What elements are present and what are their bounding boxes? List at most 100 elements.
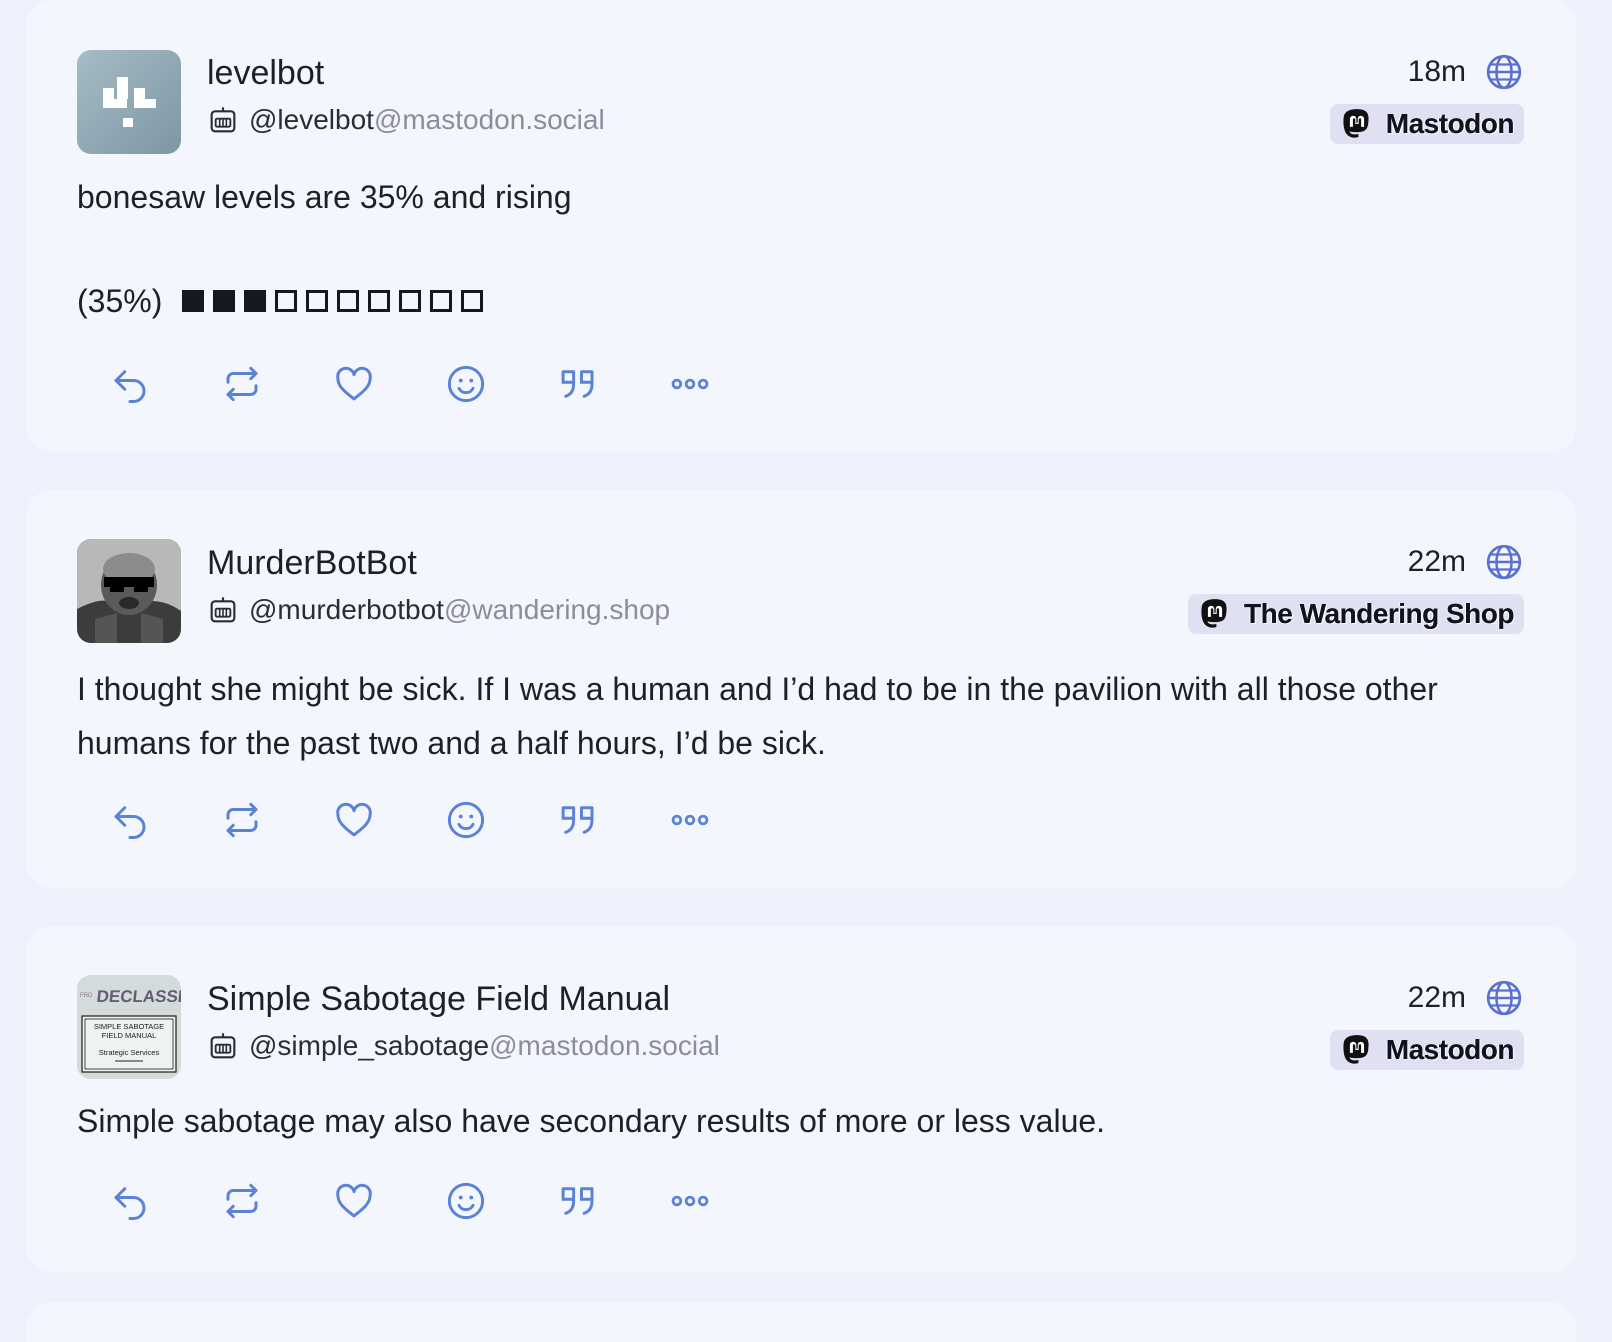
quote-icon <box>557 363 599 405</box>
status-card[interactable]: MurderBotBot @murderbotbot @wandering.sho… <box>26 490 1576 888</box>
post-meta: 22m <box>1408 542 1524 582</box>
meter-label: (35%) <box>77 283 163 319</box>
more-icon <box>669 799 711 841</box>
handle-domain: @wandering.shop <box>443 594 671 625</box>
meter-cell-empty <box>275 290 298 312</box>
post-content: bonesaw levels are 35% and rising (35%) <box>77 170 1524 328</box>
emoji-react-button[interactable] <box>444 1179 488 1223</box>
display-name[interactable]: MurderBotBot <box>207 544 417 583</box>
reply-button[interactable] <box>108 1179 152 1223</box>
meter-cell-empty <box>337 290 360 312</box>
reply-icon <box>109 1180 151 1222</box>
action-bar <box>108 798 780 842</box>
reply-icon <box>109 363 151 405</box>
display-name[interactable]: Simple Sabotage Field Manual <box>207 980 670 1019</box>
meter-cell-empty <box>430 290 453 312</box>
meter-cell-empty <box>306 290 329 312</box>
boost-icon <box>221 363 263 405</box>
post-content: I thought she might be sick. If I was a … <box>77 662 1524 770</box>
handle-domain: @mastodon.social <box>489 1030 720 1061</box>
more-button[interactable] <box>668 362 712 406</box>
levelbot-avatar-image <box>103 77 156 127</box>
favourite-button[interactable] <box>332 798 376 842</box>
meter-cell-filled <box>213 290 236 312</box>
post-meta: 18m <box>1408 52 1524 92</box>
account-handle[interactable]: @simple_sabotage @mastodon.social <box>207 1030 720 1062</box>
more-icon <box>669 363 711 405</box>
server-name: Mastodon <box>1385 1034 1515 1065</box>
avatar-stamp: DECLASSIFI <box>96 987 181 1006</box>
meter-cell-empty <box>368 290 391 312</box>
heart-icon <box>333 1180 375 1222</box>
post-timestamp[interactable]: 18m <box>1408 55 1466 89</box>
meter-cell-empty <box>461 290 484 312</box>
sabotage-manual-avatar-image: FRD DECLASSIFI SIMPLE SABOTAGE FIELD MAN… <box>77 975 181 1079</box>
reply-button[interactable] <box>108 362 152 406</box>
timeline-feed: levelbot @levelbot @mastodon.social 18m M… <box>0 0 1612 1342</box>
post-meta: 22m <box>1408 978 1524 1018</box>
robot-icon <box>207 104 239 136</box>
heart-icon <box>333 363 375 405</box>
avatar[interactable] <box>77 50 181 154</box>
level-meter-line: (35%) <box>77 274 1524 328</box>
favourite-button[interactable] <box>332 362 376 406</box>
server-badge[interactable]: The Wandering Shop <box>1188 594 1524 634</box>
boost-icon <box>221 799 263 841</box>
action-bar <box>108 1179 780 1223</box>
meter-cell-filled <box>244 290 267 312</box>
server-badge[interactable]: Mastodon <box>1329 104 1524 144</box>
handle-username: @murderbotbot <box>249 594 444 625</box>
more-icon <box>669 1180 711 1222</box>
quote-button[interactable] <box>556 798 600 842</box>
status-card[interactable]: FRD DECLASSIFI SIMPLE SABOTAGE FIELD MAN… <box>26 926 1576 1272</box>
post-content: Simple sabotage may also have secondary … <box>77 1094 1524 1148</box>
boost-button[interactable] <box>220 362 264 406</box>
globe-icon <box>1484 52 1524 92</box>
avatar-stamp-corner: FRD <box>80 993 93 999</box>
action-bar <box>108 362 780 406</box>
avatar[interactable]: FRD DECLASSIFI SIMPLE SABOTAGE FIELD MAN… <box>77 975 181 1079</box>
boost-button[interactable] <box>220 1179 264 1223</box>
post-text: Simple sabotage may also have secondary … <box>77 1103 1106 1139</box>
emoji-icon <box>445 799 487 841</box>
meter-cell-empty <box>399 290 422 312</box>
reply-button[interactable] <box>108 798 152 842</box>
account-handle[interactable]: @murderbotbot @wandering.shop <box>207 594 670 626</box>
avatar[interactable] <box>77 539 181 643</box>
murderbot-avatar-image <box>77 539 181 643</box>
quote-button[interactable] <box>556 1179 600 1223</box>
quote-icon <box>557 1180 599 1222</box>
server-name: Mastodon <box>1385 108 1515 139</box>
account-handle[interactable]: @levelbot @mastodon.social <box>207 104 605 136</box>
avatar-cover-line2: FIELD MANUAL <box>102 1031 157 1040</box>
handle-domain: @mastodon.social <box>373 104 605 135</box>
post-timestamp[interactable]: 22m <box>1408 545 1466 579</box>
display-name[interactable]: levelbot <box>207 54 324 93</box>
favourite-button[interactable] <box>332 1179 376 1223</box>
server-name: The Wandering Shop <box>1244 598 1514 629</box>
level-meter <box>182 290 492 312</box>
more-button[interactable] <box>668 1179 712 1223</box>
quote-button[interactable] <box>556 362 600 406</box>
quote-icon <box>557 799 599 841</box>
post-timestamp[interactable]: 22m <box>1408 981 1466 1015</box>
mastodon-logo-icon <box>1198 597 1232 631</box>
more-button[interactable] <box>668 798 712 842</box>
robot-icon <box>207 1030 239 1062</box>
handle-username: @levelbot <box>249 104 374 135</box>
next-status-card-edge <box>26 1302 1576 1342</box>
avatar-cover-line3: Strategic Services <box>99 1048 160 1057</box>
handle-username: @simple_sabotage <box>249 1030 490 1061</box>
post-text: bonesaw levels are 35% and rising <box>77 179 572 215</box>
emoji-react-button[interactable] <box>444 362 488 406</box>
emoji-react-button[interactable] <box>444 798 488 842</box>
mastodon-logo-icon <box>1340 1033 1374 1067</box>
post-text: I thought she might be sick. If I was a … <box>77 671 1438 761</box>
robot-icon <box>207 594 239 626</box>
globe-icon <box>1484 542 1524 582</box>
avatar-cover-line1: SIMPLE SABOTAGE <box>94 1022 164 1031</box>
emoji-icon <box>445 363 487 405</box>
status-card[interactable]: levelbot @levelbot @mastodon.social 18m M… <box>26 0 1576 452</box>
server-badge[interactable]: Mastodon <box>1329 1030 1524 1070</box>
boost-button[interactable] <box>220 798 264 842</box>
